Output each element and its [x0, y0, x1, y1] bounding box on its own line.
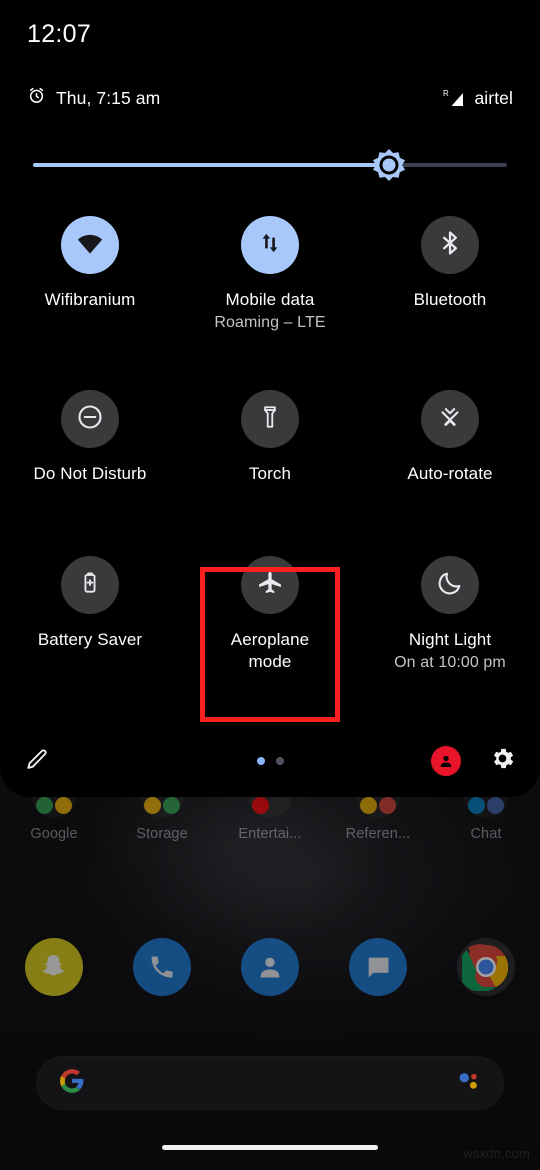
dock-item-snapchat[interactable] [0, 930, 108, 1004]
moon-icon [436, 569, 464, 602]
tile-icon-bg [241, 556, 299, 614]
status-bar-row: Thu, 7:15 am R airtel [27, 83, 513, 113]
tile-do-not-disturb[interactable]: Do Not Disturb [0, 390, 180, 556]
tile-icon-bg [61, 390, 119, 448]
brightness-slider[interactable] [33, 149, 507, 181]
contacts-icon [241, 938, 299, 996]
user-avatar-icon[interactable] [431, 746, 461, 776]
tile-mobile-data[interactable]: Mobile data Roaming – LTE [180, 216, 360, 390]
tile-label: Auto-rotate [407, 464, 493, 483]
tile-row: Do Not Disturb Torch Auto-rotate [0, 390, 540, 556]
alarm-text: Thu, 7:15 am [56, 87, 161, 108]
gear-settings-icon[interactable] [489, 745, 516, 777]
snapchat-icon [25, 938, 83, 996]
tile-label: Battery Saver [37, 630, 143, 649]
mobile-data-arrows-icon [257, 230, 283, 261]
tile-label: Torch [248, 464, 292, 483]
auto-rotate-icon [436, 403, 464, 436]
google-g-icon [59, 1068, 85, 1099]
dock-item-messages[interactable] [324, 930, 432, 1004]
tile-aeroplane-mode[interactable]: Aeroplane mode [180, 556, 360, 716]
alarm-clock-icon [27, 86, 46, 110]
tile-night-light[interactable]: Night Light On at 10:00 pm [360, 556, 540, 716]
tile-label: Mobile data [225, 290, 315, 309]
footer-actions [431, 745, 516, 777]
brightness-sun-icon[interactable] [369, 145, 409, 185]
tile-icon-bg [421, 556, 479, 614]
do-not-disturb-icon [76, 403, 104, 436]
wifi-icon [75, 228, 105, 263]
page-dot-active[interactable] [256, 757, 265, 765]
google-search-bar[interactable] [36, 1056, 504, 1110]
messages-icon [349, 938, 407, 996]
tile-icon-bg [421, 390, 479, 448]
phone-screen: Google Storage Entertai... Referen... Ch… [0, 0, 540, 1170]
tile-label: Do Not Disturb [33, 464, 147, 483]
home-folder[interactable]: Chat [432, 778, 540, 866]
tile-icon-bg [241, 216, 299, 274]
tile-sublabel: Roaming – LTE [214, 314, 326, 331]
quick-settings-tiles: Wifibranium Mobile data Roaming – LTE Bl… [0, 216, 540, 716]
quick-settings-footer [0, 725, 540, 797]
flashlight-icon [257, 404, 283, 435]
home-folder-row: Google Storage Entertai... Referen... Ch… [0, 778, 540, 866]
gesture-nav-bar[interactable] [162, 1145, 378, 1150]
home-folder[interactable]: Referen... [324, 778, 432, 866]
tile-label: Night Light [408, 630, 492, 649]
tile-label: Wifibranium [44, 290, 136, 309]
svg-text:R: R [443, 89, 449, 98]
home-folder[interactable]: Entertai... [216, 778, 324, 866]
phone-icon [133, 938, 191, 996]
folder-label: Storage [136, 826, 188, 842]
page-dot[interactable] [275, 757, 284, 765]
tile-label: Aeroplane mode [230, 630, 310, 671]
folder-label: Entertai... [238, 826, 302, 842]
google-assistant-icon[interactable] [455, 1068, 481, 1099]
pencil-edit-icon [24, 746, 50, 777]
tile-row: Wifibranium Mobile data Roaming – LTE Bl… [0, 216, 540, 390]
edit-tiles-button[interactable] [24, 746, 50, 777]
tile-label: Bluetooth [413, 290, 487, 309]
bluetooth-icon [436, 229, 464, 262]
carrier-group: R airtel [442, 88, 513, 109]
battery-saver-icon [77, 570, 103, 601]
tile-icon-bg [61, 556, 119, 614]
tile-auto-rotate[interactable]: Auto-rotate [360, 390, 540, 556]
status-bar-clock: 12:07 [27, 20, 92, 48]
home-dock [0, 930, 540, 1004]
home-folder[interactable]: Storage [108, 778, 216, 866]
tile-row: Battery Saver Aeroplane mode Night Light… [0, 556, 540, 716]
dock-item-phone[interactable] [108, 930, 216, 1004]
tile-wifi[interactable]: Wifibranium [0, 216, 180, 390]
alarm-group: Thu, 7:15 am [27, 86, 160, 110]
folder-label: Google [30, 826, 78, 842]
carrier-name: airtel [474, 87, 513, 108]
folder-label: Referen... [345, 826, 411, 842]
tile-bluetooth[interactable]: Bluetooth [360, 216, 540, 390]
tile-icon-bg [61, 216, 119, 274]
tile-torch[interactable]: Torch [180, 390, 360, 556]
tile-sublabel: On at 10:00 pm [394, 654, 506, 671]
chrome-icon [457, 938, 515, 996]
tile-icon-bg [241, 390, 299, 448]
watermark: wsxdn.com [463, 1146, 530, 1161]
dock-item-contacts[interactable] [216, 930, 324, 1004]
quick-settings-panel: 12:07 Thu, 7:15 am R airtel Wifibranium … [0, 0, 540, 797]
brightness-fill [33, 163, 389, 167]
home-folder[interactable]: Google [0, 778, 108, 866]
tile-battery-saver[interactable]: Battery Saver [0, 556, 180, 716]
signal-roaming-icon: R [442, 88, 466, 108]
folder-label: Chat [470, 826, 502, 842]
tile-icon-bg [421, 216, 479, 274]
dock-item-chrome[interactable] [432, 930, 540, 1004]
airplane-icon [256, 569, 284, 602]
